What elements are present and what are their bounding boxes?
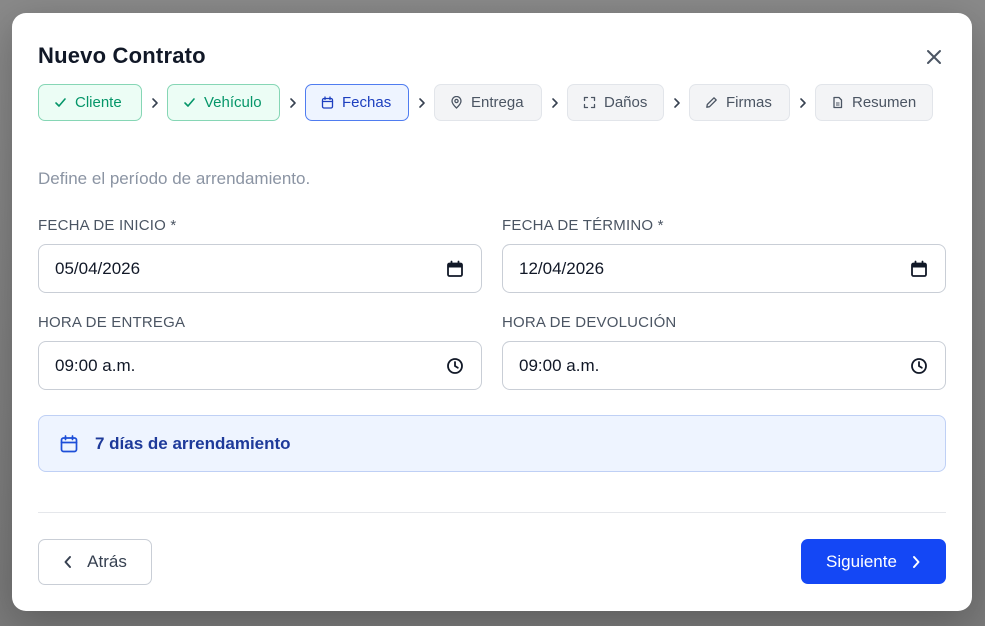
step-label: Vehículo — [204, 94, 262, 111]
step-label: Fechas — [342, 94, 392, 111]
chevron-right-icon — [542, 97, 567, 109]
stepper: Cliente Vehículo Fechas Entrega Daños Fi… — [38, 84, 933, 121]
intro-text: Define el período de arrendamiento. — [38, 169, 311, 188]
step-fechas[interactable]: Fechas — [305, 84, 409, 121]
step-danos[interactable]: Daños — [567, 84, 664, 121]
modal-title: Nuevo Contrato — [38, 43, 206, 68]
next-label: Siguiente — [826, 551, 897, 571]
end-date-value: 12/04/2026 — [519, 258, 605, 278]
step-label: Cliente — [75, 94, 122, 111]
footer-divider — [38, 512, 946, 513]
close-button[interactable] — [923, 46, 945, 68]
start-date-value: 05/04/2026 — [55, 258, 141, 278]
file-text-icon — [831, 96, 844, 109]
clock-icon[interactable] — [445, 356, 465, 376]
check-icon — [54, 96, 67, 109]
calendar-icon[interactable] — [445, 259, 465, 279]
calendar-icon — [59, 434, 79, 454]
step-label: Firmas — [726, 94, 772, 111]
step-resumen[interactable]: Resumen — [815, 84, 933, 121]
chevron-right-icon — [142, 97, 167, 109]
duration-text: 7 días de arrendamiento — [95, 433, 291, 453]
chevron-right-icon — [280, 97, 305, 109]
step-vehiculo[interactable]: Vehículo — [167, 84, 280, 121]
back-label: Atrás — [87, 552, 127, 571]
delivery-time-input[interactable]: 09:00 a.m. — [38, 341, 482, 390]
step-firmas[interactable]: Firmas — [689, 84, 790, 121]
return-time-input[interactable]: 09:00 a.m. — [502, 341, 946, 390]
delivery-time-value: 09:00 a.m. — [55, 355, 136, 375]
new-contract-modal: Nuevo Contrato Cliente Vehículo Fechas E… — [12, 13, 972, 611]
calendar-icon — [321, 96, 334, 109]
clock-icon[interactable] — [909, 356, 929, 376]
delivery-time-label: HORA DE ENTREGA — [38, 314, 186, 331]
calendar-icon[interactable] — [909, 259, 929, 279]
next-button[interactable]: Siguiente — [801, 539, 946, 584]
check-icon — [183, 96, 196, 109]
close-icon — [927, 50, 941, 64]
chevron-left-icon — [63, 555, 73, 569]
start-date-label: FECHA DE INICIO * — [38, 217, 177, 234]
scan-icon — [583, 96, 596, 109]
return-time-value: 09:00 a.m. — [519, 355, 600, 375]
step-entrega[interactable]: Entrega — [434, 84, 542, 121]
step-label: Daños — [604, 94, 648, 111]
step-label: Resumen — [852, 94, 917, 111]
pen-icon — [705, 96, 718, 109]
end-date-label: FECHA DE TÉRMINO * — [502, 217, 664, 234]
step-cliente[interactable]: Cliente — [38, 84, 142, 121]
back-button[interactable]: Atrás — [38, 539, 152, 585]
map-pin-icon — [450, 96, 463, 109]
chevron-right-icon — [790, 97, 815, 109]
step-label: Entrega — [471, 94, 524, 111]
start-date-input[interactable]: 05/04/2026 — [38, 244, 482, 293]
end-date-input[interactable]: 12/04/2026 — [502, 244, 946, 293]
return-time-label: HORA DE DEVOLUCIÓN — [502, 314, 677, 331]
duration-summary: 7 días de arrendamiento — [38, 415, 946, 472]
chevron-right-icon — [409, 97, 434, 109]
chevron-right-icon — [911, 555, 921, 569]
chevron-right-icon — [664, 97, 689, 109]
